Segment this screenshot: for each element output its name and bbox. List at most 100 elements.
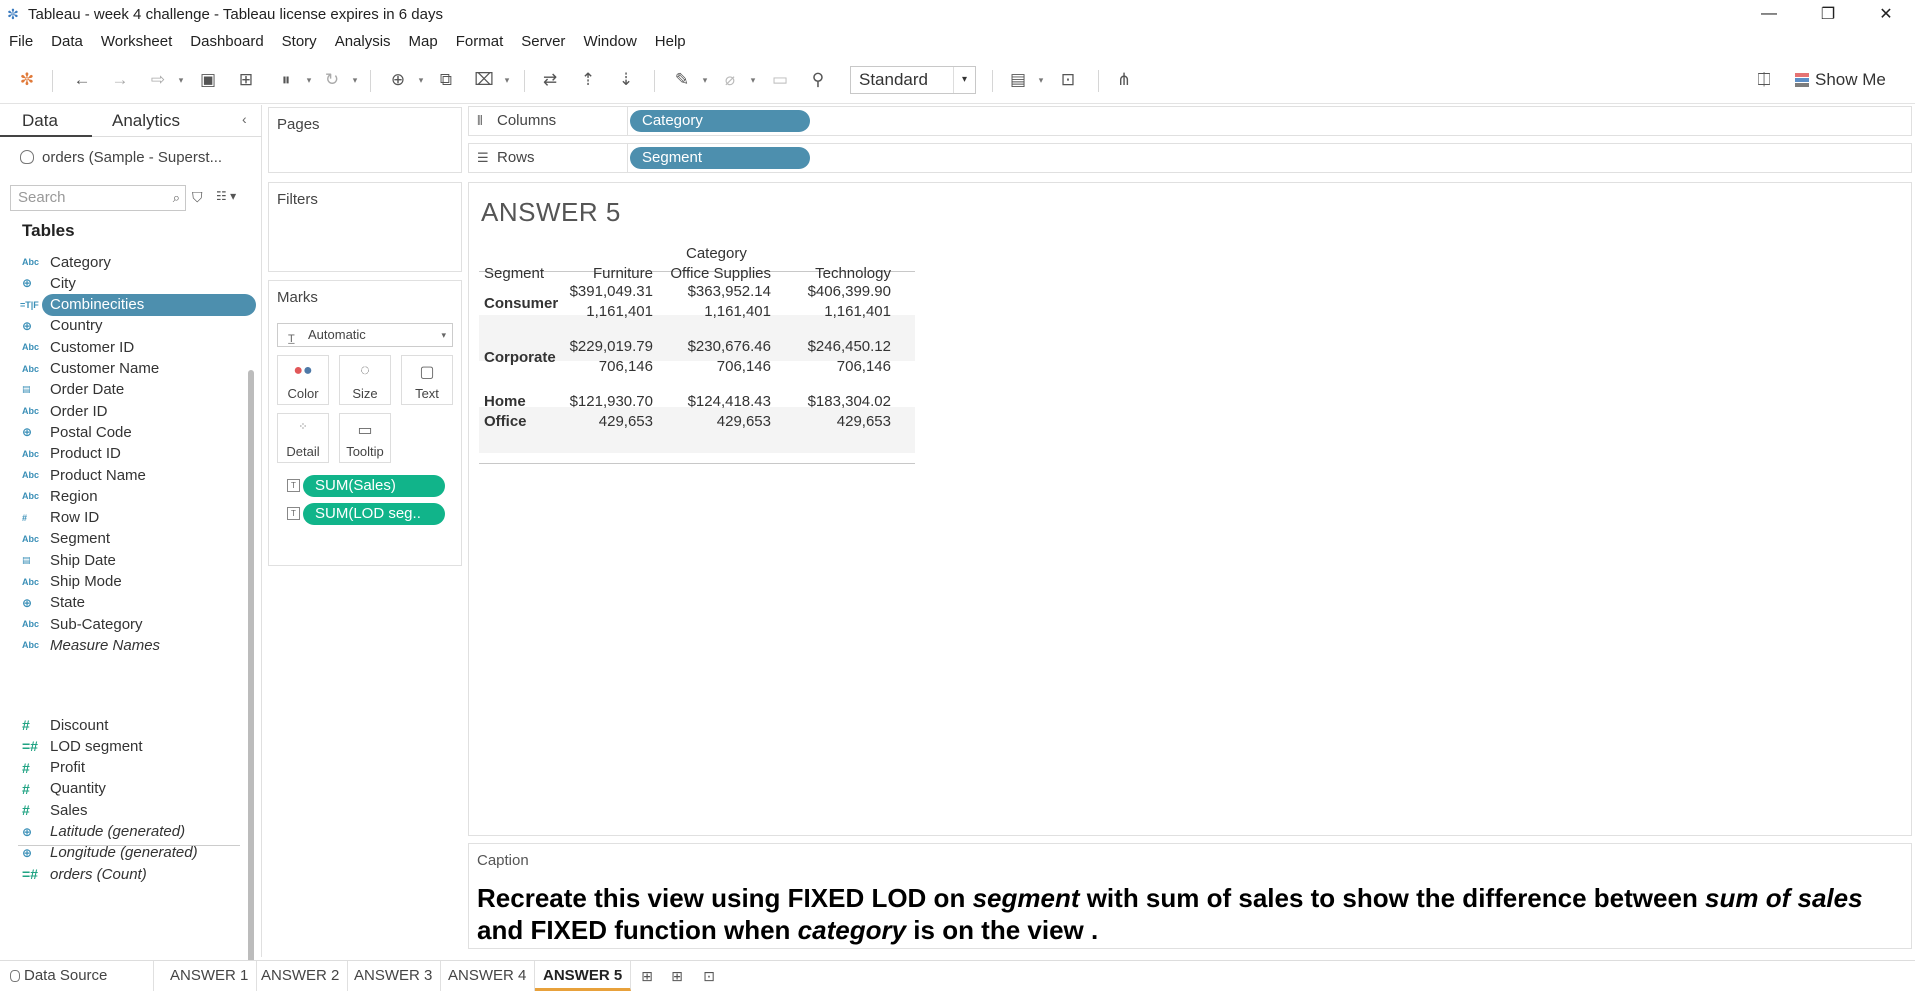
refresh-icon[interactable]: ↻ [320,68,344,92]
collapse-pane-icon[interactable]: ‹ [242,111,247,127]
new-worksheet-icon[interactable]: ⊕ [386,68,410,92]
menu-dashboard[interactable]: Dashboard [181,28,272,56]
duplicate-sheet-icon[interactable]: ⧉ [434,68,458,92]
fit-select[interactable]: Standard ▾ [850,66,976,94]
cell-sales[interactable]: $246,450.12 [777,338,891,355]
tab-answer-1[interactable]: ANSWER 1 [162,961,258,991]
menu-story[interactable]: Story [273,28,326,56]
chevron-down-icon[interactable]: ▾ [416,68,426,92]
redo-icon[interactable]: → [108,68,132,92]
search-input[interactable]: Search ⌕ [10,185,186,211]
chevron-down-icon[interactable]: ▾ [1036,68,1046,92]
field-item[interactable]: ⊕ Country [18,315,244,337]
cell-lod[interactable]: 706,146 [539,358,653,375]
field-item[interactable]: Abc Region [18,485,244,507]
restore-button[interactable]: ❐ [1799,0,1857,28]
text-button[interactable]: ▢ Text [401,355,453,405]
cell-sales[interactable]: $124,418.43 [657,393,771,410]
share-icon[interactable]: ⋔ [1112,68,1136,92]
filters-card[interactable]: Filters [268,182,462,272]
caption-card[interactable]: Caption Recreate this view using FIXED L… [468,843,1912,949]
cell-lod[interactable]: 706,146 [657,358,771,375]
menu-help[interactable]: Help [646,28,695,56]
swap-rows-columns-icon[interactable]: ⇄ [538,68,562,92]
cell-sales[interactable]: $406,399.90 [777,283,891,300]
text-encoding-icon[interactable]: T [287,479,300,492]
tab-analytics[interactable]: Analytics [112,105,180,137]
presentation-mode-icon[interactable]: ⊡ [1056,68,1080,92]
field-item[interactable]: Abc Sub-Category [18,613,244,635]
sum-sales-pill[interactable]: SUM(Sales) [303,475,445,497]
new-dashboard-icon[interactable]: ⊞ [668,967,686,985]
tab-data[interactable]: Data [0,105,92,137]
field-item[interactable]: ▤ Ship Date [18,549,244,571]
menu-file[interactable]: File [0,28,42,56]
field-item[interactable]: ⊕ Postal Code [18,421,244,443]
column-header-furniture[interactable]: Furniture [563,265,653,282]
category-pill[interactable]: Category [630,110,810,132]
field-item[interactable]: Abc Category [18,251,244,273]
sort-descending-icon[interactable]: ⇣ [614,68,638,92]
cell-lod[interactable]: 1,161,401 [657,303,771,320]
highlight-icon[interactable]: ✎ [670,68,694,92]
columns-shelf[interactable]: ⦀ Columns Category [468,106,1912,136]
cell-sales[interactable]: $121,930.70 [539,393,653,410]
segment-pill[interactable]: Segment [630,147,810,169]
chevron-down-icon[interactable]: ▾ [502,68,512,92]
row-field-header[interactable]: Segment [484,265,544,282]
chevron-down-icon[interactable]: ▾ [700,68,710,92]
tab-answer-2[interactable]: ANSWER 2 [253,961,349,991]
close-button[interactable]: ✕ [1857,0,1915,28]
field-item[interactable]: ▤ Order Date [18,379,244,401]
chevron-down-icon[interactable]: ▾ [350,68,360,92]
detail-button[interactable]: ⁘ Detail [277,413,329,463]
pause-updates-icon[interactable]: ⏸ [274,68,298,92]
row-header-home-office-line2[interactable]: Office [484,413,527,430]
show-cards-icon[interactable]: ▤ [1006,68,1030,92]
save-icon[interactable]: ▣ [196,68,220,92]
datasource-item[interactable]: orders (Sample - Superst... [20,145,222,169]
new-data-source-icon[interactable]: ⊞ [234,68,258,92]
filter-icon[interactable]: ⛉ [192,189,203,206]
tab-answer-3[interactable]: ANSWER 3 [346,961,442,991]
size-button[interactable]: ◌ Size [339,355,391,405]
show-mark-labels-icon[interactable]: ▭ [768,68,792,92]
tab-answer-5[interactable]: ANSWER 5 [535,961,632,991]
field-item[interactable]: Abc Segment [18,528,244,550]
menu-window[interactable]: Window [574,28,645,56]
cell-sales[interactable]: $230,676.46 [657,338,771,355]
menu-map[interactable]: Map [400,28,447,56]
minimize-button[interactable]: — [1740,0,1798,28]
field-item[interactable]: # Quantity [18,778,244,800]
cell-lod[interactable]: 706,146 [777,358,891,375]
menu-format[interactable]: Format [447,28,513,56]
field-item[interactable]: ⊕ Latitude (generated) [18,821,244,843]
column-header-office-supplies[interactable]: Office Supplies [667,265,771,282]
tab-answer-4[interactable]: ANSWER 4 [440,961,536,991]
row-header-home-office-line1[interactable]: Home [484,393,526,410]
menu-analysis[interactable]: Analysis [326,28,400,56]
cell-lod[interactable]: 1,161,401 [777,303,891,320]
new-story-icon[interactable]: ⊡ [700,967,718,985]
rows-shelf[interactable]: ☰ Rows Segment [468,143,1912,173]
cell-lod[interactable]: 429,653 [539,413,653,430]
tableau-home-icon[interactable]: ✼ [15,68,39,92]
field-item[interactable]: # Sales [18,799,244,821]
field-item[interactable]: ⊕ City [18,272,244,294]
field-item[interactable]: =# orders (Count) [18,863,244,885]
chevron-down-icon[interactable]: ▾ [176,68,186,92]
scrollbar[interactable] [248,370,254,991]
chevron-down-icon[interactable]: ▾ [748,68,758,92]
color-button[interactable]: ●● Color [277,355,329,405]
mark-type-select[interactable]: T̲ Automatic ▾ [277,323,453,347]
field-item[interactable]: =T|F Combinecities [20,293,256,316]
fix-axes-icon[interactable]: ⚲ [806,68,830,92]
menu-data[interactable]: Data [42,28,92,56]
chevron-down-icon[interactable]: ▾ [304,68,314,92]
cell-lod[interactable]: 1,161,401 [539,303,653,320]
ask-data-icon[interactable]: ⎅ [1752,68,1776,92]
text-encoding-icon[interactable]: T [287,507,300,520]
field-item[interactable]: # Row ID [18,507,244,529]
pages-card[interactable]: Pages [268,107,462,173]
cell-sales[interactable]: $183,304.02 [777,393,891,410]
